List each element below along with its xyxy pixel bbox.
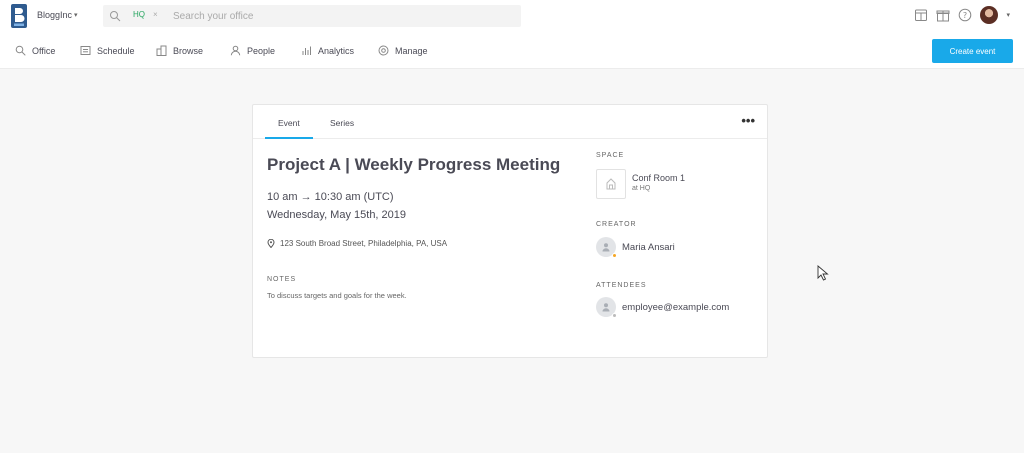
analytics-icon (302, 46, 311, 55)
schedule-icon (80, 46, 91, 55)
nav-item-label: Office (32, 45, 56, 56)
main-nav: Office Schedule Browse People Analytics … (0, 32, 1024, 69)
event-address: 123 South Broad Street, Philadelphia, PA… (267, 239, 447, 248)
event-card: Event Series ••• Project A | Weekly Prog… (252, 104, 768, 358)
status-dot (612, 253, 617, 258)
org-switcher[interactable]: BloggInc ▾ (37, 10, 78, 20)
chevron-down-icon: ▾ (74, 12, 78, 19)
people-icon (230, 45, 241, 56)
manage-icon (378, 45, 389, 56)
space-location: at HQ (632, 185, 651, 192)
location-chip-label: HQ (133, 10, 145, 19)
nav-item-label: Analytics (318, 45, 355, 56)
top-bar: BloggInc ▾ HQ × ? ▾ (0, 0, 1024, 32)
calendar-icon[interactable] (914, 8, 928, 22)
search-icon (110, 11, 121, 22)
space-thumbnail[interactable] (596, 169, 626, 199)
svg-text:?: ? (963, 11, 967, 20)
close-icon[interactable]: × (153, 10, 158, 19)
org-name: BloggInc (37, 10, 73, 20)
tab-series[interactable]: Series (330, 118, 354, 128)
nav-item-label: Manage (395, 45, 428, 56)
notes-text: To discuss targets and goals for the wee… (267, 291, 407, 300)
search-input[interactable] (173, 7, 473, 25)
more-options-icon[interactable]: ••• (741, 113, 755, 128)
event-tabs: Event Series ••• (253, 105, 767, 139)
search-icon (15, 45, 26, 56)
avatar (596, 297, 617, 318)
tab-event[interactable]: Event (265, 118, 313, 139)
top-actions: ? ▾ (914, 6, 1010, 24)
space-heading: SPACE (596, 152, 625, 159)
nav-item-label: Browse (173, 45, 204, 56)
help-icon[interactable]: ? (958, 8, 972, 22)
attendee-row[interactable]: employee@example.com (596, 297, 730, 318)
mouse-cursor-icon (817, 265, 829, 281)
status-dot (612, 313, 617, 318)
space-name[interactable]: Conf Room 1 (632, 173, 685, 183)
person-icon (602, 243, 610, 252)
event-date: Wednesday, May 15th, 2019 (267, 209, 407, 221)
nav-item-manage[interactable]: Manage (378, 45, 428, 56)
nav-item-office[interactable]: Office (15, 45, 55, 56)
nav-item-label: People (247, 45, 276, 56)
room-icon (606, 178, 616, 190)
event-address-text: 123 South Broad Street, Philadelphia, PA… (280, 239, 448, 248)
event-time: 10 am → 10:30 am (UTC) (267, 191, 394, 203)
attendee-email: employee@example.com (622, 301, 730, 313)
search-bar[interactable]: HQ × (103, 5, 521, 27)
create-event-button[interactable]: Create event (932, 39, 1013, 63)
notes-heading: NOTES (267, 276, 297, 283)
nav-item-people[interactable]: People (230, 45, 275, 56)
nav-item-analytics[interactable]: Analytics (301, 45, 354, 56)
nav-item-schedule[interactable]: Schedule (80, 45, 135, 56)
event-title: Project A | Weekly Progress Meeting (267, 155, 561, 174)
nav-item-browse[interactable]: Browse (156, 45, 203, 56)
location-chip[interactable]: HQ × (133, 10, 158, 19)
company-logo[interactable] (11, 4, 27, 28)
avatar (596, 237, 617, 258)
creator-row[interactable]: Maria Ansari (596, 237, 675, 258)
attendees-heading: ATTENDEES (596, 282, 647, 289)
person-icon (602, 303, 610, 312)
gift-icon[interactable] (936, 8, 950, 22)
nav-item-label: Schedule (97, 45, 135, 56)
user-avatar[interactable] (980, 6, 999, 24)
creator-name: Maria Ansari (622, 241, 675, 253)
chevron-down-icon[interactable]: ▾ (1006, 11, 1010, 19)
location-pin-icon (267, 239, 275, 248)
creator-heading: CREATOR (596, 221, 637, 228)
browse-icon (156, 45, 167, 56)
